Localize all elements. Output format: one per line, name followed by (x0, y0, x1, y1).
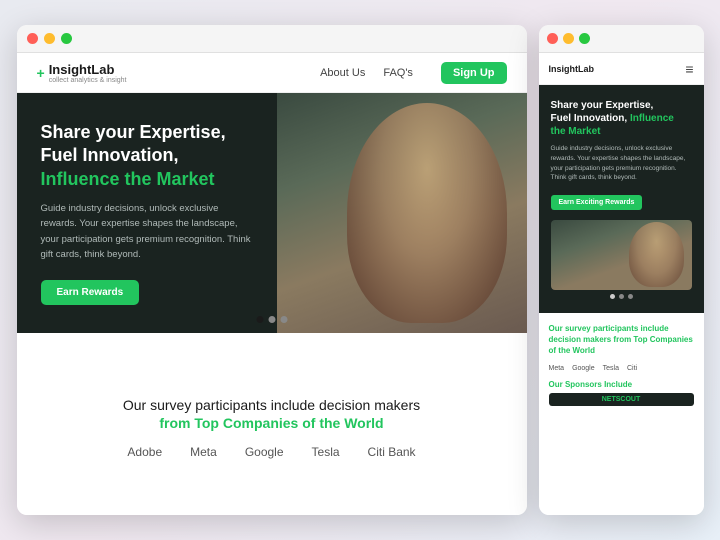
mobile-sponsor-button[interactable]: NETSCOUT (549, 393, 694, 406)
company-adobe: Adobe (127, 445, 162, 459)
survey-title-line2: from Top Companies of the World (159, 415, 383, 431)
mobile-hero: Share your Expertise,Fuel Innovation, In… (539, 85, 704, 313)
hero-image (277, 93, 527, 333)
hero-dots (256, 316, 287, 323)
mobile-dot-2[interactable] (619, 294, 624, 299)
nav-signup-button[interactable]: Sign Up (441, 62, 507, 84)
mobile-dot-1[interactable] (610, 294, 615, 299)
hero-photo-person (347, 103, 507, 323)
company-meta: Meta (190, 445, 217, 459)
company-citibank: Citi Bank (368, 445, 416, 459)
titlebar-dot-yellow[interactable] (44, 33, 55, 44)
hero-title-accent: Influence the Market (41, 169, 215, 189)
mobile-company-google: Google (572, 365, 595, 372)
hero-dot-2[interactable] (268, 316, 275, 323)
nav-logo[interactable]: + InsightLab collect analytics & insight (37, 62, 127, 84)
mobile-dot-3[interactable] (628, 294, 633, 299)
mobile-hero-person (629, 222, 684, 287)
hero-cta-button[interactable]: Earn Rewards (41, 280, 140, 305)
hero-title: Share your Expertise, Fuel Innovation, I… (41, 121, 253, 191)
mobile-company-logos: Meta Google Tesla Citi (549, 365, 694, 372)
mobile-company-meta: Meta (549, 365, 565, 372)
mobile-hero-title-accent: Influence (630, 113, 674, 124)
nav-logo-icon: + (37, 65, 45, 81)
mobile-company-citi: Citi (627, 365, 637, 372)
nav-logo-text: InsightLab (49, 62, 127, 77)
mobile-sponsors-prefix: Our (549, 380, 565, 389)
mobile-nav: InsightLab ≡ (539, 53, 704, 85)
mobile-hero-description: Guide industry decisions, unlock exclusi… (551, 144, 692, 183)
mobile-hamburger-icon[interactable]: ≡ (685, 61, 693, 77)
titlebar-dot-green[interactable] (61, 33, 72, 44)
hero-dot-3[interactable] (280, 316, 287, 323)
mobile-dot-yellow[interactable] (563, 33, 574, 44)
desktop-titlebar (17, 25, 527, 53)
survey-title-prefix: from (159, 415, 194, 431)
mobile-hero-dots (551, 294, 692, 299)
mobile-sponsors-label: Our Sponsors Include (549, 380, 694, 389)
hero-title-text1: Share your Expertise, Fuel Innovation, (41, 122, 226, 165)
hero-description: Guide industry decisions, unlock exclusi… (41, 201, 253, 262)
company-logos: Adobe Meta Google Tesla Citi Bank (127, 445, 415, 459)
desktop-window: + InsightLab collect analytics & insight… (17, 25, 527, 515)
nav-link-about[interactable]: About Us (320, 67, 365, 79)
survey-title-accent: Top Companies of the World (194, 415, 383, 431)
mobile-survey-text: Our survey participants include decision… (549, 323, 694, 357)
hero-dot-1[interactable] (256, 316, 263, 323)
titlebar-dot-red[interactable] (27, 33, 38, 44)
mobile-hero-title-accent2: the Market (551, 126, 601, 137)
mobile-dot-green[interactable] (579, 33, 590, 44)
mobile-company-tesla: Tesla (603, 365, 619, 372)
desktop-nav: + InsightLab collect analytics & insight… (17, 53, 527, 93)
mobile-hero-title: Share your Expertise,Fuel Innovation, In… (551, 99, 692, 138)
survey-title-line1: Our survey participants include decision… (123, 397, 420, 413)
nav-link-faq[interactable]: FAQ's (383, 67, 413, 79)
mobile-sponsors-accent: Sponsors Include (565, 380, 632, 389)
company-tesla: Tesla (312, 445, 340, 459)
mobile-nav-logo: InsightLab (549, 64, 595, 74)
mobile-dot-red[interactable] (547, 33, 558, 44)
hero-text-area: Share your Expertise, Fuel Innovation, I… (17, 93, 277, 333)
mobile-hero-image (551, 220, 692, 290)
company-google: Google (245, 445, 284, 459)
mobile-window: InsightLab ≡ Share your Expertise,Fuel I… (539, 25, 704, 515)
nav-logo-sub: collect analytics & insight (49, 77, 127, 84)
mobile-content: InsightLab ≡ Share your Expertise,Fuel I… (539, 53, 704, 515)
mobile-below-hero: Our survey participants include decision… (539, 313, 704, 515)
mobile-titlebar (539, 25, 704, 53)
mobile-hero-cta-button[interactable]: Earn Exciting Rewards (551, 195, 643, 210)
nav-links: About Us FAQ's Sign Up (320, 62, 506, 84)
desktop-content: + InsightLab collect analytics & insight… (17, 53, 527, 515)
desktop-hero: Share your Expertise, Fuel Innovation, I… (17, 93, 527, 333)
desktop-below-hero: Our survey participants include decision… (17, 333, 527, 515)
